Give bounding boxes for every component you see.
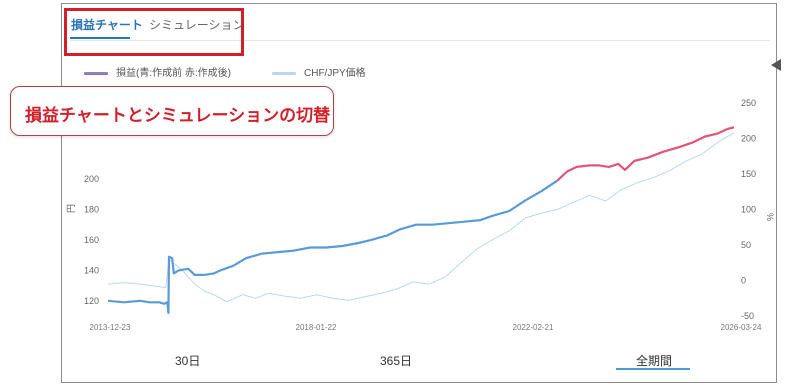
right-axis-tick: 200 xyxy=(741,134,756,144)
right-axis-tick: 0 xyxy=(741,276,746,286)
left-axis-label: 円 xyxy=(66,204,76,213)
pnl-line-before xyxy=(107,179,559,315)
callout-text: 損益チャートとシミュレーションの切替 xyxy=(25,106,331,125)
range-tab-365d[interactable]: 365日 xyxy=(380,352,412,369)
x-axis-tick: 2013-12-23 xyxy=(90,323,131,332)
pnl-chart: 120 140 160 180 200 250 200 150 100 50 0 -50 2013-… xyxy=(66,98,775,332)
left-axis-tick: 140 xyxy=(84,265,99,275)
right-axis-tick: 100 xyxy=(741,205,756,215)
range-selected-indicator xyxy=(616,368,690,370)
left-axis-tick: 120 xyxy=(84,296,99,306)
right-axis-tick: 50 xyxy=(741,240,751,250)
x-axis-tick: 2022-02-21 xyxy=(513,323,554,332)
range-tab-30d[interactable]: 30日 xyxy=(175,352,200,369)
left-axis-tick: 200 xyxy=(84,174,99,184)
price-line xyxy=(107,132,735,303)
x-axis-tick: 2026-03-24 xyxy=(721,323,762,332)
left-axis-tick: 180 xyxy=(84,205,99,215)
range-tab-all[interactable]: 全期間 xyxy=(636,352,672,369)
right-axis-tick: 150 xyxy=(741,169,756,179)
right-axis-label: % xyxy=(765,213,775,221)
left-axis-tick: 160 xyxy=(84,235,99,245)
right-axis-tick: 250 xyxy=(741,98,756,108)
pnl-line-after xyxy=(556,126,735,182)
right-axis-tick: -50 xyxy=(741,311,754,321)
callout-box: 損益チャートとシミュレーションの切替 xyxy=(10,86,334,136)
x-axis-tick: 2018-01-22 xyxy=(296,323,337,332)
